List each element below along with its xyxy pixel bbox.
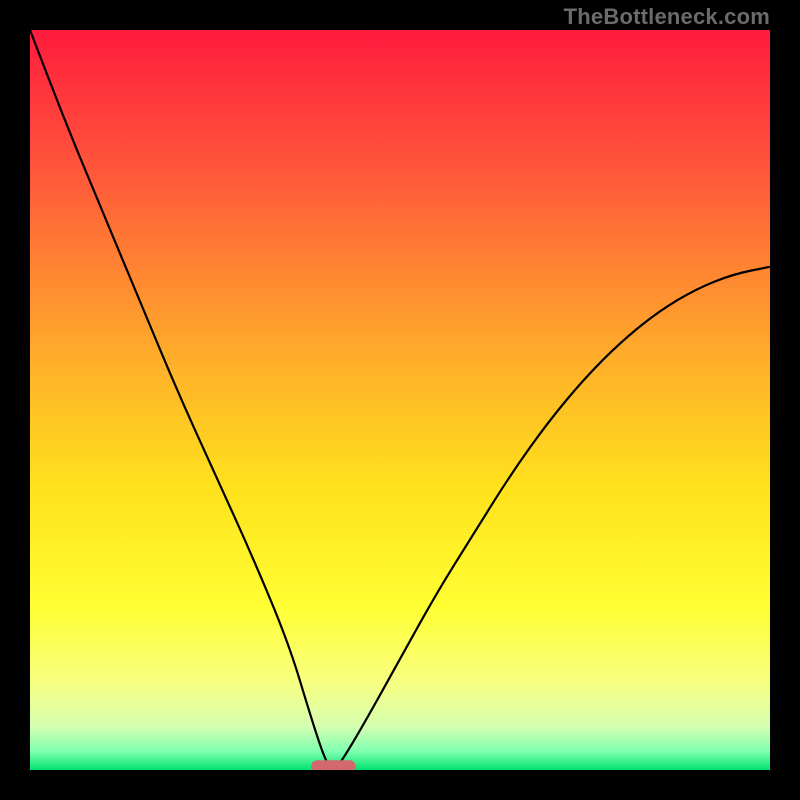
plot-area — [30, 30, 770, 770]
optimal-marker — [311, 760, 355, 770]
chart-frame: TheBottleneck.com — [0, 0, 800, 800]
watermark-text: TheBottleneck.com — [564, 4, 770, 30]
bottleneck-chart — [30, 30, 770, 770]
